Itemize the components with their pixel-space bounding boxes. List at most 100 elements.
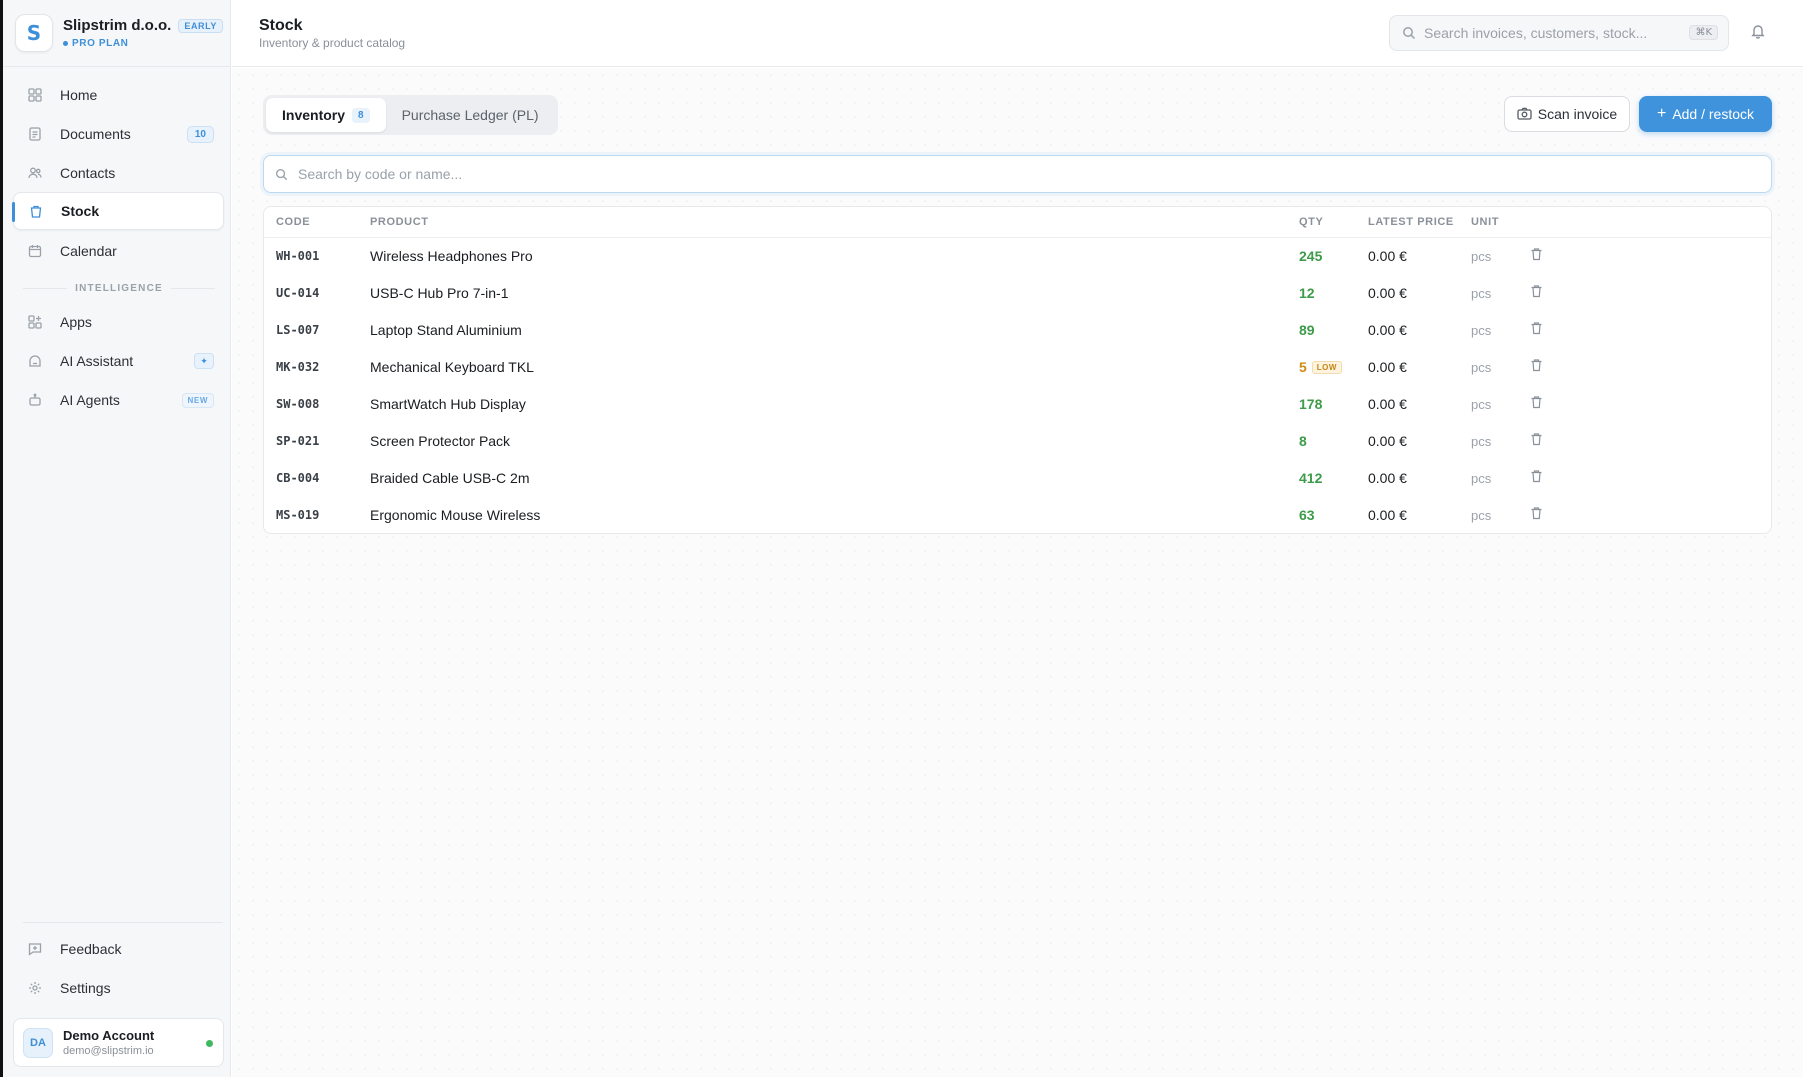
sidebar-item-settings[interactable]: Settings: [13, 969, 224, 1007]
calendar-icon: [27, 243, 43, 259]
early-badge: EARLY: [178, 18, 224, 33]
sparkle-icon: ✦: [194, 353, 214, 369]
table-row[interactable]: WH-001 Wireless Headphones Pro 245 0.00 € pc…: [264, 238, 1771, 275]
product-qty: 5 LOW: [1299, 359, 1342, 375]
tab-purchase-ledger[interactable]: Purchase Ledger (PL): [386, 98, 555, 132]
product-qty: 89: [1299, 322, 1315, 338]
product-qty: 12: [1299, 285, 1315, 301]
search-icon: [275, 168, 288, 181]
table-row[interactable]: LS-007 Laptop Stand Aluminium 89 0.00 € pcs: [264, 312, 1771, 349]
account-card[interactable]: DA Demo Account demo@slipstrim.io: [13, 1018, 224, 1067]
company-name: Slipstrim d.o.o.: [63, 17, 172, 34]
apps-icon: [27, 314, 43, 330]
product-name: Ergonomic Mouse Wireless: [370, 507, 541, 523]
sidebar-item-ai-assistant[interactable]: AI Assistant ✦: [13, 342, 224, 380]
product-name: Wireless Headphones Pro: [370, 248, 533, 264]
product-code: CB-004: [276, 471, 320, 485]
main-content: Inventory 8 Purchase Ledger (PL) Scan in…: [232, 68, 1803, 1077]
sidebar-item-calendar[interactable]: Calendar: [13, 232, 224, 270]
column-header-product[interactable]: PRODUCT: [370, 216, 429, 228]
trash-icon[interactable]: [1530, 469, 1543, 486]
brand[interactable]: S Slipstrim d.o.o. EARLY PRO PLAN: [15, 14, 224, 52]
plan-dot-icon: [63, 41, 68, 46]
sidebar-item-feedback[interactable]: Feedback: [13, 930, 224, 968]
page-title: Stock: [259, 17, 303, 34]
sidebar-item-label: Home: [60, 87, 98, 103]
product-code: MS-019: [276, 508, 320, 522]
tab-inventory[interactable]: Inventory 8: [266, 98, 386, 132]
table-row[interactable]: SW-008 SmartWatch Hub Display 178 0.00 € pcs: [264, 386, 1771, 423]
product-qty: 245: [1299, 248, 1323, 264]
product-code: SP-021: [276, 434, 320, 448]
documents-count-badge: 10: [186, 125, 214, 143]
agents-icon: [27, 392, 43, 408]
trash-icon[interactable]: [1530, 321, 1543, 338]
document-icon: [27, 126, 43, 142]
divider: [3, 66, 231, 67]
table-row[interactable]: SP-021 Screen Protector Pack 8 0.00 € pcs: [264, 423, 1771, 460]
global-search-input[interactable]: [1424, 25, 1684, 41]
column-header-code[interactable]: CODE: [276, 216, 310, 228]
table-row[interactable]: MS-019 Ergonomic Mouse Wireless 63 0.00 € pc…: [264, 497, 1771, 533]
trash-icon[interactable]: [1530, 395, 1543, 412]
active-indicator: [12, 202, 15, 222]
product-code: WH-001: [276, 249, 320, 263]
account-email: demo@slipstrim.io: [63, 1045, 154, 1057]
account-name: Demo Account: [63, 1028, 155, 1043]
table-row[interactable]: MK-032 Mechanical Keyboard TKL 5 LOW 0.00 € p…: [264, 349, 1771, 386]
product-code: MK-032: [276, 360, 320, 374]
scan-invoice-button[interactable]: Scan invoice: [1504, 96, 1630, 132]
camera-icon: [1517, 107, 1532, 121]
plan-label: PRO PLAN: [63, 38, 223, 49]
column-header-qty[interactable]: QTY: [1299, 216, 1323, 228]
grid-icon: [27, 87, 43, 103]
trash-icon[interactable]: [1530, 506, 1543, 523]
divider: [23, 922, 223, 923]
sidebar-item-home[interactable]: Home: [13, 76, 224, 114]
global-search[interactable]: ⌘K: [1389, 15, 1729, 51]
trash-icon[interactable]: [1530, 432, 1543, 449]
tab-group: Inventory 8 Purchase Ledger (PL): [263, 95, 558, 135]
users-icon: [27, 165, 43, 181]
window-edge: [0, 0, 3, 1077]
product-unit: pcs: [1471, 360, 1492, 375]
product-code: UC-014: [276, 286, 320, 300]
product-code: SW-008: [276, 397, 320, 411]
avatar: DA: [23, 1027, 53, 1058]
online-status-icon: [206, 1040, 213, 1047]
table-row[interactable]: CB-004 Braided Cable USB-C 2m 412 0.00 € pcs: [264, 460, 1771, 497]
product-qty: 412: [1299, 470, 1323, 486]
product-price: 0.00 €: [1368, 470, 1407, 486]
product-unit: pcs: [1471, 397, 1492, 412]
sidebar-item-stock[interactable]: Stock: [13, 192, 224, 230]
sidebar-item-label: Contacts: [60, 165, 116, 181]
product-price: 0.00 €: [1368, 433, 1407, 449]
sidebar-item-ai-agents[interactable]: AI Agents NEW: [13, 381, 224, 419]
sidebar-item-label: Stock: [61, 203, 100, 219]
table-row[interactable]: UC-014 USB-C Hub Pro 7-in-1 12 0.00 € pcs: [264, 275, 1771, 312]
sidebar-item-apps[interactable]: Apps: [13, 303, 224, 341]
product-name: Laptop Stand Aluminium: [370, 322, 522, 338]
robot-icon: [27, 353, 43, 369]
sidebar-item-documents[interactable]: Documents 10: [13, 115, 224, 153]
product-name: Screen Protector Pack: [370, 433, 511, 449]
table-search[interactable]: [263, 155, 1772, 193]
trash-icon[interactable]: [1530, 247, 1543, 264]
box-icon: [28, 203, 44, 219]
product-name: USB-C Hub Pro 7-in-1: [370, 285, 509, 301]
trash-icon[interactable]: [1530, 358, 1543, 375]
sidebar: S Slipstrim d.o.o. EARLY PRO PLAN Home D…: [3, 0, 231, 1077]
top-header: Stock Inventory & product catalog ⌘K: [232, 0, 1803, 67]
column-header-latest-price[interactable]: LATEST PRICE: [1368, 216, 1454, 228]
trash-icon[interactable]: [1530, 284, 1543, 301]
sidebar-item-contacts[interactable]: Contacts: [13, 154, 224, 192]
product-price: 0.00 €: [1368, 248, 1407, 264]
product-qty: 63: [1299, 507, 1315, 523]
bell-icon[interactable]: [1750, 23, 1766, 44]
product-price: 0.00 €: [1368, 396, 1407, 412]
add-restock-button[interactable]: + Add / restock: [1639, 96, 1772, 132]
column-header-unit[interactable]: UNIT: [1471, 216, 1499, 228]
table-search-input[interactable]: [298, 166, 1698, 182]
product-unit: pcs: [1471, 249, 1492, 264]
search-icon: [1402, 26, 1416, 40]
